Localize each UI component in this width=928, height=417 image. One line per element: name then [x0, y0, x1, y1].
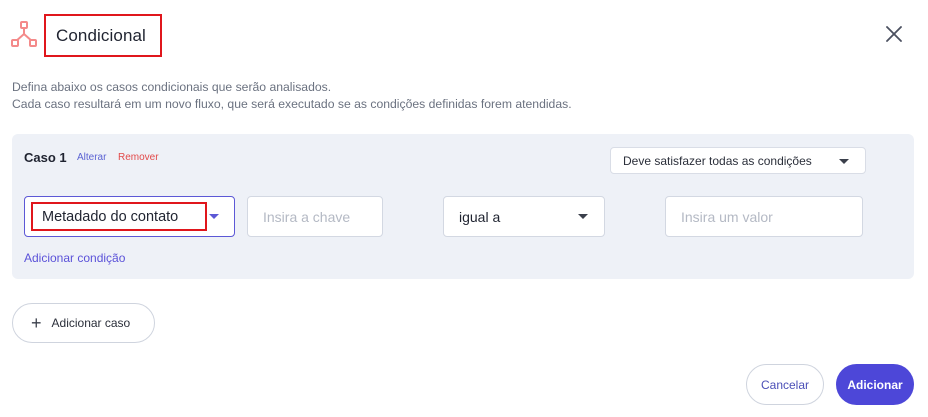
cancel-label: Cancelar [760, 377, 810, 392]
chevron-down-icon [578, 214, 588, 219]
case-title: Caso 1 [24, 150, 67, 165]
condition-value-input[interactable]: Insira um valor [665, 196, 863, 237]
match-mode-value: Deve satisfazer todas as condições [623, 153, 812, 168]
add-condition-link[interactable]: Adicionar condição [24, 251, 125, 265]
condition-source-select[interactable]: Metadado do contato [24, 196, 235, 237]
condition-operator-value: igual a [459, 208, 501, 225]
title-highlight: Condicional [44, 14, 162, 57]
page-title: Condicional [56, 25, 146, 45]
close-icon [886, 26, 902, 42]
branch-icon [10, 20, 38, 48]
condition-source-value: Metadado do contato [42, 208, 179, 225]
add-case-button[interactable]: + Adicionar caso [12, 303, 155, 343]
description-line-2: Cada caso resultará em um novo fluxo, qu… [12, 97, 572, 111]
condition-key-input[interactable]: Insira a chave [247, 196, 383, 237]
match-mode-select[interactable]: Deve satisfazer todas as condições [610, 147, 866, 174]
remove-case-link[interactable]: Remover [118, 152, 159, 163]
alter-case-link[interactable]: Alterar [77, 152, 106, 163]
description-line-1: Defina abaixo os casos condicionais que … [12, 80, 332, 94]
chevron-down-icon [839, 159, 849, 164]
condition-key-placeholder: Insira a chave [263, 208, 351, 225]
cancel-button[interactable]: Cancelar [746, 364, 824, 405]
close-button[interactable] [882, 22, 906, 46]
submit-label: Adicionar [847, 377, 903, 392]
case-panel: Caso 1 Alterar Remover Deve satisfazer t… [12, 134, 914, 279]
plus-icon: + [31, 313, 42, 333]
submit-button[interactable]: Adicionar [836, 364, 914, 405]
condition-value-placeholder: Insira um valor [681, 208, 773, 225]
add-case-label: Adicionar caso [51, 316, 131, 330]
source-highlight: Metadado do contato [31, 202, 207, 231]
condition-operator-select[interactable]: igual a [443, 196, 605, 237]
chevron-down-icon [209, 214, 219, 219]
